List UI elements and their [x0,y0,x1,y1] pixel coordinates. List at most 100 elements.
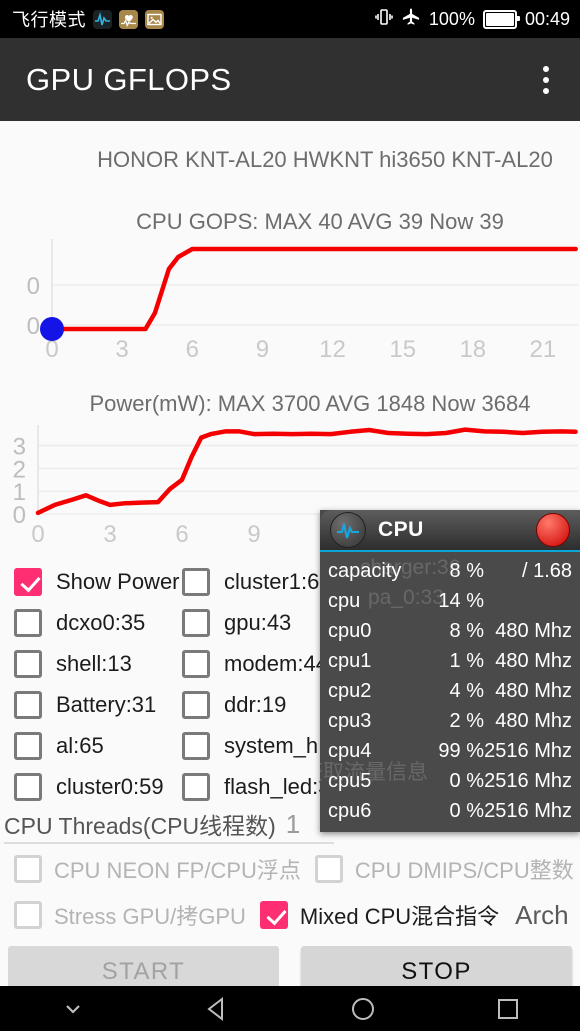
checkbox-shell[interactable] [14,649,42,678]
battery-percent: 100% [428,8,475,29]
checkbox-al[interactable] [14,731,42,760]
checkbox-label: cluster0:59 [56,773,164,799]
status-bar-right: 100% 00:49 [375,7,570,32]
status-bar: 飞行模式 100% 00:49 [0,0,580,38]
home-icon[interactable] [290,995,435,1023]
field-underline [4,842,334,844]
checkbox-gpu[interactable] [182,608,210,637]
cpu-overlay-header[interactable]: CPU [320,510,580,552]
checkbox-row[interactable]: cluster0:59 [0,766,168,807]
cpu-row: cpu70 %2516 Mhz [328,826,572,832]
cpu-row-freq: 480 Mhz [495,680,572,702]
svg-text:12: 12 [319,336,346,363]
checkbox-label: cluster1:69 [224,568,332,594]
power-label: Power(mW): MAX 3700 AVG 1848 Now 3684 [89,391,531,416]
cpu-threads-value[interactable]: 1 [286,809,300,840]
cpu-row: cpu2 4 % 480 Mhz [328,676,572,706]
ghost-text-charger: charger:36 [360,556,461,579]
svg-text:9: 9 [256,336,269,363]
checkbox-cluster0[interactable] [14,772,42,801]
app-bar: GPU GFLOPS [0,38,580,121]
cpu-row-name: cpu3 [328,710,372,732]
svg-text:15: 15 [389,336,416,363]
start-button[interactable]: START [8,946,279,986]
checkbox-row[interactable]: Battery:31 [0,684,168,725]
waveform-icon [93,9,112,29]
checkbox-stress-gpu[interactable] [14,901,42,929]
cpu-row: cpu1 1 % 480 Mhz [328,646,572,676]
checkbox-label: gpu:43 [224,609,292,635]
svg-text:0: 0 [31,521,44,546]
checkbox-row[interactable]: shell:13 [0,643,168,684]
record-button[interactable] [536,513,570,547]
option-cpu-dmips[interactable]: CPU DMIPS/CPU整数 [314,853,574,885]
cpu-row: cpu3 2 % 480 Mhz [328,706,572,736]
benchmark-options-row-2: Stress GPU/拷GPU Mixed CPU混合指令 Arch [0,893,580,937]
option-label: Stress GPU/拷GPU [54,904,246,929]
airplane-mode-text: 飞行模式 [12,10,86,30]
battery-icon [482,9,520,29]
cpu-overlay-body: charger:36 pa_0:33 获取流量信息 capacity8 %/ 1… [320,552,580,832]
checkbox-label: modem:44 [224,650,328,676]
svg-text:9: 9 [247,521,260,546]
cpu-row-freq: 2516 Mhz [484,740,572,762]
benchmark-options-row-1: CPU NEON FP/CPU浮点 CPU DMIPS/CPU整数 [0,847,580,891]
checkbox-cpu-dmips[interactable] [314,855,343,883]
checkbox-row[interactable]: al:65 [0,725,168,766]
cpu-row: cpu 14 % [328,586,572,616]
option-cpu-neon-fp[interactable]: CPU NEON FP/CPU浮点 [0,853,301,885]
cpu-row-name: cpu0 [328,620,372,642]
cpu-row: cpu6 0 % 2516 Mhz [328,796,572,826]
cpu-row-freq: 2516 Mhz [484,800,572,822]
checkbox-modem[interactable] [182,649,210,678]
option-mixed-cpu[interactable]: Mixed CPU混合指令 [259,899,499,931]
svg-text:3: 3 [115,336,128,363]
stop-button[interactable]: STOP [301,946,572,986]
recents-icon[interactable] [435,996,580,1022]
back-icon[interactable] [145,995,290,1023]
svg-text:0: 0 [27,313,40,340]
checkbox-cluster1[interactable] [182,567,210,596]
checkbox-ddr[interactable] [182,690,210,719]
cpu-row-percent: 2 % [449,710,484,732]
cpu-row-percent: 0 % [420,826,484,832]
checkbox-dcxo0[interactable] [14,608,42,637]
cpu-row-name: cpu7 [328,826,420,832]
svg-text:3: 3 [13,434,26,461]
cpu-row-percent: 0 % [449,770,484,792]
checkbox-flash-led[interactable] [182,772,210,801]
cpu-row-freq: 480 Mhz [495,710,572,732]
checkbox-label: Show Power [56,568,180,594]
cpu-row-freq: / 1.68 [521,560,572,582]
svg-text:21: 21 [530,336,557,363]
cpu-monitor-overlay[interactable]: CPU charger:36 pa_0:33 获取流量信息 capacity8 … [320,510,580,832]
svg-text:18: 18 [459,336,486,363]
cpu-row-percent: 99 % [438,740,484,762]
checkbox-battery[interactable] [14,690,42,719]
cpu-row-freq: 480 Mhz [495,620,572,642]
chevron-down-icon[interactable] [0,997,145,1021]
option-label: CPU NEON FP/CPU浮点 [54,858,301,883]
option-label: CPU DMIPS/CPU整数 [354,858,574,883]
cpu-row-name: cpu6 [328,800,372,822]
svg-text:3: 3 [103,521,116,546]
checkbox-cpu-neon-fp[interactable] [14,855,42,883]
overflow-menu-icon[interactable] [532,60,560,100]
checkbox-label: Battery:31 [56,691,157,717]
checkbox-row[interactable]: dcxo0:35 [0,602,168,643]
clock: 00:49 [524,8,570,29]
cpu-row-freq: 2516 Mhz [484,770,572,792]
option-stress-gpu[interactable]: Stress GPU/拷GPU [0,899,246,931]
cpu-row: cpu0 8 % 480 Mhz [328,616,572,646]
vibrate-icon [375,7,393,32]
checkbox-system-h[interactable] [182,731,210,760]
checkbox-show-power[interactable] [14,567,42,596]
checkbox-row[interactable]: Show Power [0,561,180,602]
checkbox-label: shell:13 [56,650,132,676]
page-title: GPU GFLOPS [26,61,232,97]
status-bar-left: 飞行模式 [12,6,375,32]
ghost-text-pa0: pa_0:33 [368,586,444,609]
action-buttons: START STOP [0,946,580,986]
cpu-gops-chart[interactable]: 0 0 0 3 6 9 12 15 18 21 [0,233,580,363]
checkbox-mixed-cpu[interactable] [259,901,288,929]
